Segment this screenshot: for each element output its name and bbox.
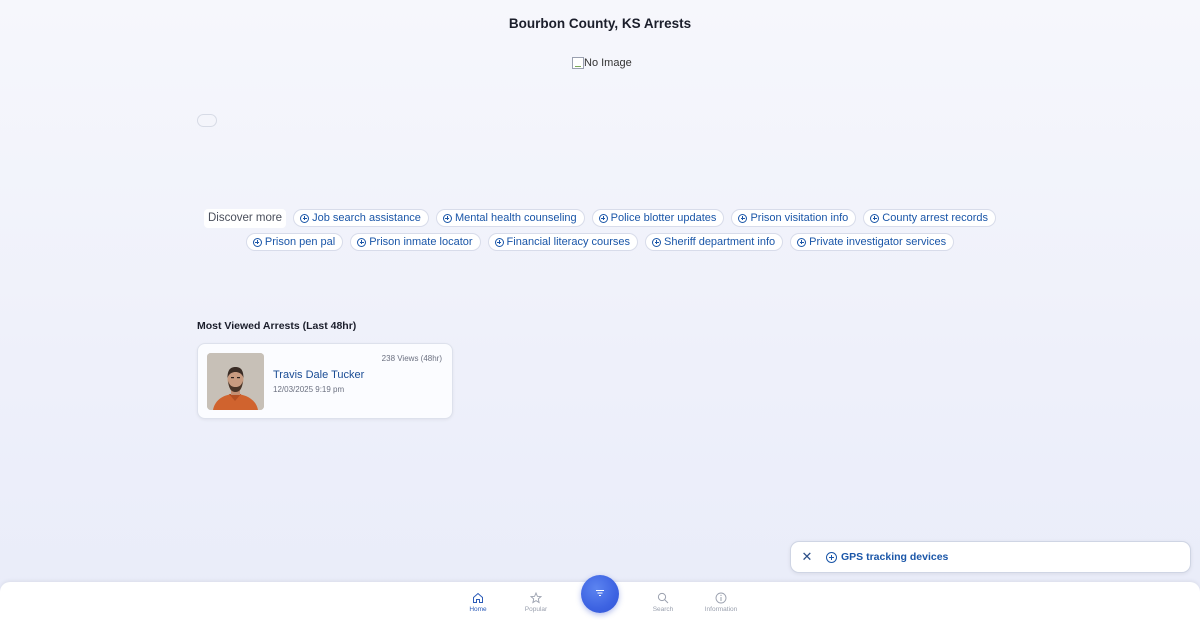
chip-row-1: Discover more Job search assistance Ment… bbox=[150, 209, 1050, 228]
chip-inmate-locator[interactable]: Prison inmate locator bbox=[350, 233, 481, 251]
page-title: Bourbon County, KS Arrests bbox=[508, 16, 692, 31]
chip-prison-pen-pal[interactable]: Prison pen pal bbox=[245, 233, 344, 251]
chip-prison-visitation[interactable]: Prison visitation info bbox=[731, 209, 857, 227]
plus-circle-icon bbox=[738, 213, 748, 223]
plus-circle-icon bbox=[442, 213, 452, 223]
info-icon bbox=[715, 592, 727, 604]
most-viewed-title: Most Viewed Arrests (Last 48hr) bbox=[197, 320, 357, 332]
nav-information-label: Information bbox=[704, 606, 738, 613]
broken-image: No Image bbox=[572, 55, 632, 71]
plus-circle-icon bbox=[826, 552, 837, 563]
plus-circle-icon bbox=[357, 237, 367, 247]
plus-circle-icon bbox=[252, 237, 262, 247]
home-icon bbox=[473, 592, 483, 603]
plus-circle-icon bbox=[300, 213, 310, 223]
arrest-name-link[interactable]: Travis Dale Tucker bbox=[273, 369, 364, 381]
chip-label: Prison pen pal bbox=[264, 236, 336, 248]
plus-circle-icon bbox=[652, 237, 662, 247]
plus-circle-icon bbox=[598, 213, 608, 223]
plus-circle-icon bbox=[494, 237, 504, 247]
mugshot-photo bbox=[207, 353, 264, 410]
discover-more-label: Discover more bbox=[203, 209, 287, 228]
chip-label: Job search assistance bbox=[312, 212, 421, 224]
close-icon[interactable]: ✕ bbox=[800, 550, 814, 564]
gps-banner-label[interactable]: GPS tracking devices bbox=[841, 551, 948, 563]
broken-image-alt: No Image bbox=[584, 57, 632, 69]
plus-circle-icon bbox=[870, 213, 880, 223]
chip-financial-literacy[interactable]: Financial literacy courses bbox=[487, 233, 639, 251]
empty-pill[interactable] bbox=[197, 114, 217, 127]
chip-label: Sheriff department info bbox=[664, 236, 776, 248]
chip-label: Financial literacy courses bbox=[506, 236, 631, 248]
filter-fab-button[interactable] bbox=[581, 575, 619, 613]
view-count: 238 Views (48hr) bbox=[381, 354, 442, 363]
chip-row-2: Prison pen pal Prison inmate locator Fin… bbox=[150, 233, 1050, 251]
nav-search-label: Search bbox=[652, 606, 674, 613]
chip-label: Private investigator services bbox=[809, 236, 947, 248]
chip-label: Police blotter updates bbox=[610, 212, 717, 224]
search-icon bbox=[657, 592, 669, 604]
chip-sheriff-department[interactable]: Sheriff department info bbox=[645, 233, 784, 251]
chip-label: Prison visitation info bbox=[750, 212, 849, 224]
chip-label: Prison inmate locator bbox=[369, 236, 473, 248]
nav-popular-label: Popular bbox=[524, 606, 548, 613]
nav-information[interactable]: Information bbox=[696, 592, 746, 613]
arrest-card[interactable]: 238 Views (48hr) Travis Dale Tucker 12/0… bbox=[197, 343, 453, 419]
gps-suggestion-banner[interactable]: ✕ GPS tracking devices bbox=[790, 541, 1191, 573]
chip-label: Mental health counseling bbox=[454, 212, 577, 224]
nav-search[interactable]: Search bbox=[638, 592, 688, 613]
nav-popular[interactable]: Popular bbox=[511, 592, 561, 613]
chip-mental-health[interactable]: Mental health counseling bbox=[435, 209, 585, 227]
chip-county-arrest-records[interactable]: County arrest records bbox=[863, 209, 997, 227]
nav-home-label: Home bbox=[469, 606, 487, 613]
broken-image-icon bbox=[572, 57, 584, 69]
discover-more-section: Discover more Job search assistance Ment… bbox=[150, 209, 1050, 256]
chip-private-investigator[interactable]: Private investigator services bbox=[790, 233, 955, 251]
nav-home[interactable]: Home bbox=[453, 592, 503, 613]
arrest-datetime: 12/03/2025 9:19 pm bbox=[273, 385, 345, 394]
star-icon bbox=[530, 592, 542, 604]
plus-circle-icon bbox=[797, 237, 807, 247]
chip-police-blotter[interactable]: Police blotter updates bbox=[591, 209, 725, 227]
chip-job-search[interactable]: Job search assistance bbox=[293, 209, 429, 227]
chip-label: County arrest records bbox=[882, 212, 989, 224]
filter-icon bbox=[596, 590, 604, 596]
